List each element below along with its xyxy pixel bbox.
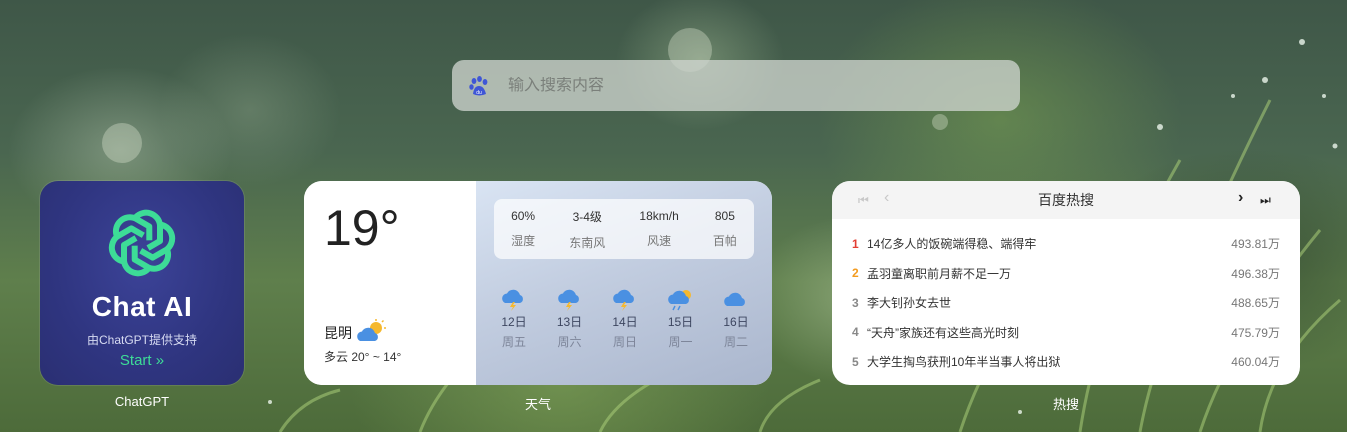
weather-current: 19° 昆明 多云 20° ~ 14° xyxy=(304,181,476,385)
current-temperature: 19° xyxy=(324,200,400,256)
prev-page-icon[interactable]: ‹ xyxy=(884,190,889,206)
weather-forecast: 12日 周五 13日 周六 14日 周日 15日 周一 16日 周二 xyxy=(494,289,756,350)
stat-value: 18km/h xyxy=(639,209,679,223)
chatgpt-subtitle: 由ChatGPT提供支持 xyxy=(86,333,198,347)
forecast-weekday: 周日 xyxy=(612,335,637,349)
hot-search-list: 1 14亿多人的饭碗端得稳、端得牢 493.81万 2 孟羽童离职前月薪不足一万 496… xyxy=(852,229,1280,377)
rank-number: 1 xyxy=(852,236,859,251)
stat-label: 东南风 xyxy=(569,235,606,250)
hot-item-count: 460.04万 xyxy=(1231,355,1280,370)
chatgpt-card[interactable]: Chat AI 由ChatGPT提供支持 Start » xyxy=(40,181,244,385)
forecast-day: 12日 周五 xyxy=(494,289,534,350)
rank-number: 2 xyxy=(852,266,859,281)
hot-search-item[interactable]: 4 “天舟”家族还有这些高光时刻 475.79万 xyxy=(852,318,1280,348)
forecast-weekday: 周六 xyxy=(557,335,582,349)
partly-cloudy-icon xyxy=(357,319,386,341)
hot-item-title[interactable]: 大学生掏鸟获刑10年半当事人将出狱 xyxy=(867,353,1231,370)
hot-search-item[interactable]: 3 李大钊孙女去世 488.65万 xyxy=(852,288,1280,318)
next-page-icon[interactable]: › xyxy=(1238,190,1243,206)
wind-direction-stat: 3-4级东南风 xyxy=(569,208,605,251)
chatgpt-card-label: ChatGPT xyxy=(114,394,170,409)
thunder-rain-icon xyxy=(502,289,523,311)
hot-search-item[interactable]: 1 14亿多人的饭碗端得稳、端得牢 493.81万 xyxy=(852,229,1280,259)
hot-item-count: 493.81万 xyxy=(1231,237,1280,252)
thunder-rain-icon xyxy=(557,289,579,311)
humidity-stat: 60% 湿度 xyxy=(511,209,535,249)
forecast-weekday: 周一 xyxy=(668,335,693,349)
rank-number: 4 xyxy=(852,325,859,340)
rank-number: 3 xyxy=(852,295,859,310)
thunder-rain-icon xyxy=(613,289,634,311)
hot-item-count: 475.79万 xyxy=(1231,325,1280,340)
baidu-paw-icon[interactable]: du xyxy=(468,75,490,97)
last-page-icon[interactable]: ⏭ xyxy=(1260,192,1271,208)
forecast-date: 16日 xyxy=(723,315,749,329)
forecast-date: 12日 xyxy=(501,315,527,329)
stat-label: 风速 xyxy=(647,234,672,248)
forecast-weekday: 周五 xyxy=(501,335,526,349)
forecast-weekday: 周二 xyxy=(723,335,748,349)
forecast-date: 14日 xyxy=(612,315,638,329)
weather-stats: 60% 湿度 3-4级东南风 18km/h 风速 805 百帕 xyxy=(494,199,754,259)
hot-item-title[interactable]: 李大钊孙女去世 xyxy=(867,294,1231,311)
openai-logo-icon xyxy=(108,209,176,277)
hot-search-card[interactable]: ⏮ ‹ 百度热搜 › ⏭ 1 14亿多人的饭碗端得稳、端得牢 493.81万 2 孟羽… xyxy=(832,181,1300,385)
first-page-icon[interactable]: ⏮ xyxy=(858,192,869,208)
forecast-date: 15日 xyxy=(667,315,694,329)
wind-speed-stat: 18km/h 风速 xyxy=(639,209,678,249)
double-chevron-right-icon: » xyxy=(155,352,165,369)
hot-search-header: ⏮ ‹ 百度热搜 › ⏭ xyxy=(832,181,1300,219)
cloud-icon xyxy=(724,292,745,306)
pressure-stat: 805 百帕 xyxy=(713,209,737,249)
hot-search-item[interactable]: 5 大学生掏鸟获刑10年半当事人将出狱 460.04万 xyxy=(852,347,1280,377)
hot-search-title: 百度热搜 xyxy=(1038,192,1094,208)
stat-label: 百帕 xyxy=(712,234,737,248)
hot-item-count: 488.65万 xyxy=(1231,296,1280,311)
forecast-day: 13日 周六 xyxy=(550,289,590,350)
hot-item-title[interactable]: 14亿多人的饭碗端得稳、端得牢 xyxy=(867,235,1231,252)
svg-text:du: du xyxy=(476,90,482,96)
weather-card[interactable]: 19° 昆明 多云 20° ~ 14° 60% 湿度 3-4级东南风 18km/h… xyxy=(304,181,772,385)
start-label: Start xyxy=(119,352,152,369)
hot-item-title[interactable]: 孟羽童离职前月薪不足一万 xyxy=(867,265,1231,282)
chatgpt-title: Chat AI xyxy=(91,291,193,322)
forecast-date: 13日 xyxy=(556,315,583,329)
hot-item-title[interactable]: “天舟”家族还有这些高光时刻 xyxy=(867,324,1231,341)
city-name: 昆明 xyxy=(324,325,352,341)
hot-search-card-label: 热搜 xyxy=(1052,397,1079,412)
stat-label: 湿度 xyxy=(511,234,536,248)
weather-card-label: 天气 xyxy=(524,397,551,412)
hot-item-count: 496.38万 xyxy=(1231,266,1280,281)
hot-search-item[interactable]: 2 孟羽童离职前月薪不足一万 496.38万 xyxy=(852,259,1280,289)
sun-rain-icon xyxy=(667,290,691,311)
stat-value: 3-4级 xyxy=(572,209,602,224)
search-input[interactable] xyxy=(508,76,1020,95)
forecast-day: 16日 周二 xyxy=(716,289,756,350)
start-button[interactable]: Start » xyxy=(40,352,244,369)
forecast-day: 15日 周一 xyxy=(661,289,701,350)
stat-value: 60% xyxy=(511,209,536,223)
weather-condition: 多云 20° ~ 14° xyxy=(324,350,402,364)
stat-value: 805 xyxy=(714,209,735,223)
rank-number: 5 xyxy=(852,354,859,369)
forecast-day: 14日 周日 xyxy=(605,289,645,350)
search-bar[interactable]: du xyxy=(452,60,1020,111)
weather-details: 60% 湿度 3-4级东南风 18km/h 风速 805 百帕 12日 周五 13日 … xyxy=(476,181,772,385)
